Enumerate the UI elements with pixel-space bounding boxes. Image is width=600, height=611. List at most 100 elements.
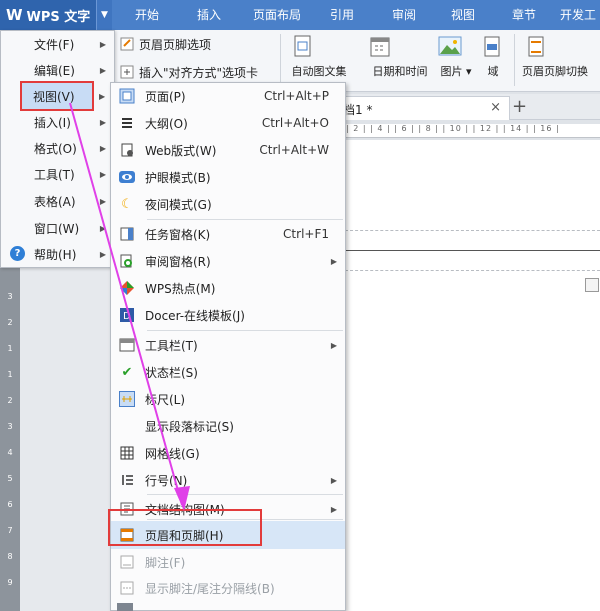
submenu-item-footnote[interactable]: 脚注(F) — [111, 549, 345, 575]
tab-page-layout[interactable]: 页面布局 — [244, 0, 310, 30]
picture-button[interactable]: 图片 ▾ — [436, 34, 476, 79]
help-icon: ? — [10, 246, 25, 261]
wps-hotspot-icon — [119, 280, 135, 296]
menu-item-file[interactable]: 文件(F) ▶ — [1, 31, 114, 57]
tab-view[interactable]: 视图 — [441, 0, 485, 30]
menu-item-help[interactable]: ? 帮助(H) ▶ — [1, 241, 114, 267]
document-tab[interactable]: 档1 * × — [340, 96, 510, 120]
menu-item-window[interactable]: 窗口(W) ▶ — [1, 215, 114, 241]
tab-insert[interactable]: 插入 — [184, 0, 234, 30]
submenu-item-ruler[interactable]: 标尺(L) — [111, 386, 345, 412]
submenu-item-wps-hot[interactable]: WPS热点(M) — [111, 275, 345, 301]
close-icon[interactable]: × — [490, 100, 501, 115]
submenu-item-docer[interactable]: D Docer-在线模板(J) — [111, 302, 345, 328]
chevron-right-icon: ▶ — [99, 196, 106, 206]
submenu-label: 大纲(O) — [145, 116, 188, 131]
menu-item-partial-icon — [117, 603, 133, 611]
date-time-label: 日期和时间 — [372, 65, 428, 78]
header-rule — [345, 250, 600, 251]
tab-reference[interactable]: 引用 — [320, 0, 364, 30]
submenu-label: 行号(N) — [145, 473, 188, 488]
submenu-item-gridlines[interactable]: 网格线(G) — [111, 440, 345, 466]
submenu-label: 夜间模式(G) — [145, 197, 212, 212]
auto-doc-set-button[interactable]: 自动图文集 — [288, 34, 350, 79]
submenu-label: 显示脚注/尾注分隔线(B) — [145, 581, 275, 596]
submenu-item-web-layout[interactable]: Web版式(W) Ctrl+Alt+W — [111, 137, 345, 163]
menu-item-label: 帮助(H) — [34, 247, 77, 262]
submenu-item-toolbar[interactable]: 工具栏(T) ▶ — [111, 332, 345, 358]
ruler-number: 7 — [7, 526, 13, 535]
submenu-item-eye-care[interactable]: 护眼模式(B) — [111, 164, 345, 190]
submenu-label: 任务窗格(K) — [145, 227, 211, 242]
picture-icon — [438, 36, 462, 56]
auto-doc-set-label: 自动图文集 — [291, 65, 347, 78]
submenu-label: WPS热点(M) — [145, 281, 216, 296]
header-footer-switch-icon — [528, 36, 544, 57]
document-page[interactable] — [345, 140, 600, 611]
footnote-icon — [119, 554, 135, 570]
submenu-item-night-mode[interactable]: ☾ 夜间模式(G) — [111, 191, 345, 217]
outline-icon — [119, 115, 135, 131]
menu-item-edit[interactable]: 编辑(E) ▶ — [1, 57, 114, 83]
ruler-number: 2 — [7, 396, 13, 405]
app-menu-button[interactable]: W WPS 文字 ▼ — [0, 0, 112, 30]
tab-developer[interactable]: 开发工 — [560, 0, 600, 30]
header-footer-options-button[interactable]: 页眉页脚选项 — [120, 34, 211, 54]
chevron-right-icon: ▶ — [99, 169, 106, 179]
add-tab-icon[interactable]: + — [512, 96, 527, 117]
ruler-icon — [119, 391, 135, 407]
horizontal-ruler[interactable]: | 2 | | 4 | | 6 | | 8 | | 10 | | 12 | | … — [340, 124, 600, 138]
separator-line-icon — [119, 580, 135, 596]
app-main-menu: 文件(F) ▶ 编辑(E) ▶ 视图(V) ▶ 插入(I) ▶ 格式(O) ▶ 工具(T… — [0, 30, 115, 268]
highlight-box — [108, 509, 262, 546]
submenu-item-page[interactable]: 页面(P) Ctrl+Alt+P — [111, 83, 345, 109]
insert-align-tab-button[interactable]: 插入"对齐方式"选项卡 — [120, 62, 258, 82]
submenu-label: Web版式(W) — [145, 143, 217, 158]
vertical-ruler[interactable]: 3 2 1 1 2 3 4 5 6 7 8 9 — [0, 268, 20, 611]
menu-item-format[interactable]: 格式(O) ▶ — [1, 135, 114, 161]
submenu-label: 审阅窗格(R) — [145, 254, 211, 269]
submenu-label: 脚注(F) — [145, 555, 186, 570]
menu-item-label: 工具(T) — [34, 167, 75, 182]
toolbar-icon — [119, 337, 135, 353]
submenu-label: 显示段落标记(S) — [145, 419, 234, 434]
menu-item-label: 表格(A) — [34, 194, 76, 209]
header-footer-switch-button[interactable]: 页眉页脚切换 — [522, 34, 600, 79]
submenu-item-task-pane[interactable]: 任务窗格(K) Ctrl+F1 — [111, 221, 345, 247]
field-icon — [484, 36, 500, 57]
tab-review[interactable]: 审阅 — [382, 0, 426, 30]
menu-item-tools[interactable]: 工具(T) ▶ — [1, 161, 114, 187]
menu-item-label: 窗口(W) — [34, 221, 80, 236]
date-time-button[interactable]: 日期和时间 — [366, 34, 434, 79]
menu-item-table[interactable]: 表格(A) ▶ — [1, 188, 114, 214]
submenu-label: 页面(P) — [145, 89, 186, 104]
tab-chapter[interactable]: 章节 — [502, 0, 546, 30]
ruler-number: 9 — [7, 578, 13, 587]
menu-item-label: 文件(F) — [34, 37, 75, 52]
submenu-item-line-numbers[interactable]: 行号(N) ▶ — [111, 467, 345, 493]
ruler-number: 3 — [7, 422, 13, 431]
menu-separator — [147, 494, 343, 495]
menu-item-label: 编辑(E) — [34, 63, 75, 78]
tab-start[interactable]: 开始 — [122, 0, 172, 30]
submenu-item-outline[interactable]: 大纲(O) Ctrl+Alt+O — [111, 110, 345, 136]
ruler-number: 1 — [7, 370, 13, 379]
menu-item-insert[interactable]: 插入(I) ▶ — [1, 109, 114, 135]
chevron-down-icon[interactable]: ▼ — [96, 0, 112, 30]
menu-item-view[interactable]: 视图(V) — [20, 81, 94, 111]
menu-item-label: 视图(V) — [33, 89, 75, 104]
menu-separator — [147, 330, 343, 331]
app-name: WPS 文字 — [26, 9, 91, 25]
submenu-item-show-paragraph-marks[interactable]: 显示段落标记(S) — [111, 413, 345, 439]
submenu-label: 网格线(G) — [145, 446, 200, 461]
submenu-item-footnote-separator[interactable]: 显示脚注/尾注分隔线(B) — [111, 575, 345, 601]
field-button[interactable]: 域 — [478, 34, 508, 79]
auto-text-icon — [294, 35, 311, 57]
ribbon-divider — [514, 34, 515, 86]
submenu-item-review-pane[interactable]: 审阅窗格(R) ▶ — [111, 248, 345, 274]
page-corner-icon — [585, 278, 599, 292]
task-pane-icon — [119, 226, 135, 242]
header-footer-options-label: 页眉页脚选项 — [139, 37, 212, 52]
ruler-number: 4 — [7, 448, 13, 457]
submenu-item-status-bar[interactable]: ✔ 状态栏(S) — [111, 359, 345, 385]
